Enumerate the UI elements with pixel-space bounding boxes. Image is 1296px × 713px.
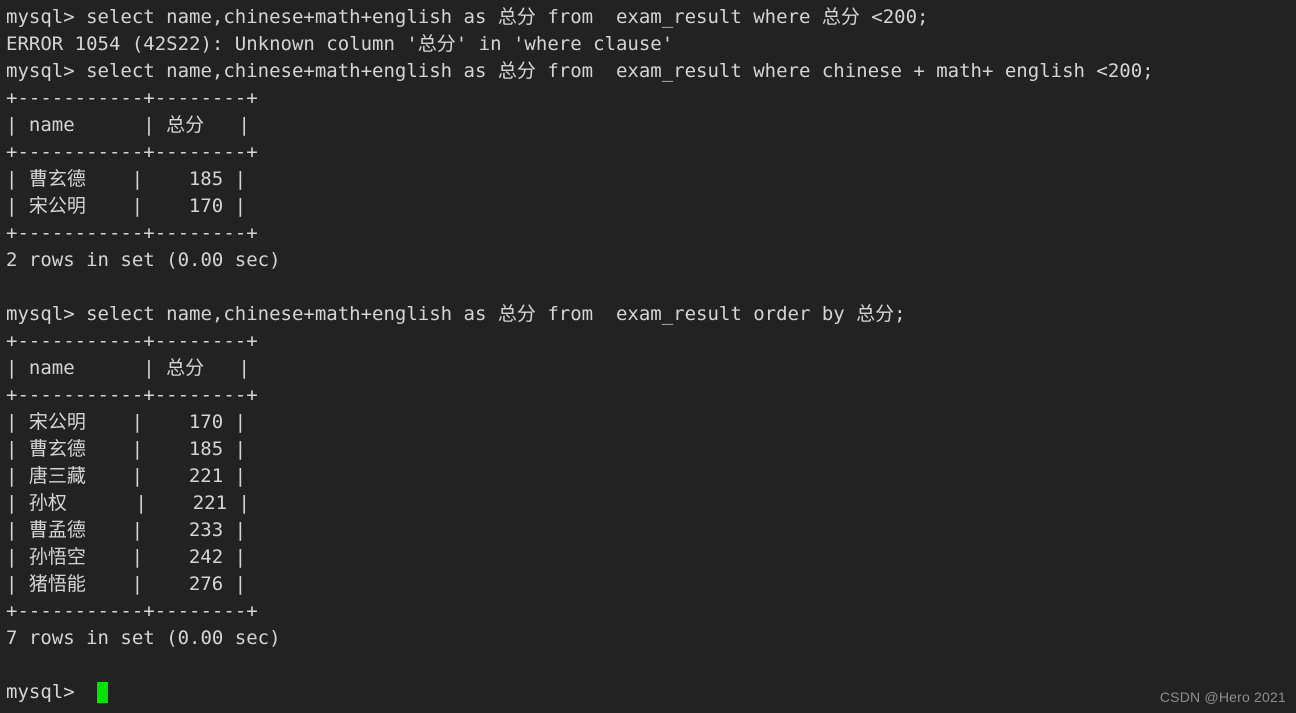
- terminal-line-t1-sep-top: +-----------+--------+: [6, 87, 258, 109]
- terminal-line-spacer-2: [6, 652, 1296, 679]
- terminal-line-t1-header: | name | 总分 |: [6, 114, 250, 136]
- terminal-line-t2-row-2: | 曹玄德 | 185 |: [6, 438, 247, 460]
- terminal-line-t2-header: | name | 总分 |: [6, 357, 250, 379]
- terminal-line-error-1: ERROR 1054 (42S22): Unknown column '总分' …: [6, 33, 674, 55]
- terminal-line-query-3: mysql> select name,chinese+math+english …: [6, 303, 906, 325]
- terminal-line-t1-row-1: | 曹玄德 | 185 |: [6, 168, 247, 190]
- terminal-line-t2-row-6: | 孙悟空 | 242 |: [6, 546, 247, 568]
- terminal-window[interactable]: mysql> select name,chinese+math+english …: [0, 0, 1296, 713]
- terminal-line-t1-row-2: | 宋公明 | 170 |: [6, 195, 247, 217]
- terminal-prompt-line[interactable]: mysql>: [6, 679, 1296, 706]
- terminal-output: mysql> select name,chinese+math+english …: [6, 4, 1296, 679]
- csdn-watermark: CSDN @Hero 2021: [1159, 689, 1286, 705]
- terminal-line-t2-sep-mid: +-----------+--------+: [6, 384, 258, 406]
- terminal-line-t2-sep-bottom: +-----------+--------+: [6, 600, 258, 622]
- terminal-line-t1-sep-mid: +-----------+--------+: [6, 141, 258, 163]
- terminal-line-query-1: mysql> select name,chinese+math+english …: [6, 6, 929, 28]
- terminal-line-t1-sep-bottom: +-----------+--------+: [6, 222, 258, 244]
- terminal-line-t1-rowcount: 2 rows in set (0.00 sec): [6, 249, 281, 271]
- terminal-line-t2-rowcount: 7 rows in set (0.00 sec): [6, 627, 281, 649]
- terminal-line-t2-row-5: | 曹孟德 | 233 |: [6, 519, 247, 541]
- terminal-line-t2-row-3: | 唐三藏 | 221 |: [6, 465, 247, 487]
- terminal-line-query-2: mysql> select name,chinese+math+english …: [6, 60, 1154, 82]
- terminal-line-t2-row-7: | 猪悟能 | 276 |: [6, 573, 247, 595]
- text-cursor: [97, 682, 109, 703]
- terminal-line-spacer-1: [6, 274, 1296, 301]
- prompt-label: mysql>: [6, 681, 87, 703]
- terminal-line-t2-sep-top: +-----------+--------+: [6, 330, 258, 352]
- terminal-line-t2-row-1: | 宋公明 | 170 |: [6, 411, 247, 433]
- terminal-line-t2-row-4: | 孙权 | 221 |: [6, 492, 250, 514]
